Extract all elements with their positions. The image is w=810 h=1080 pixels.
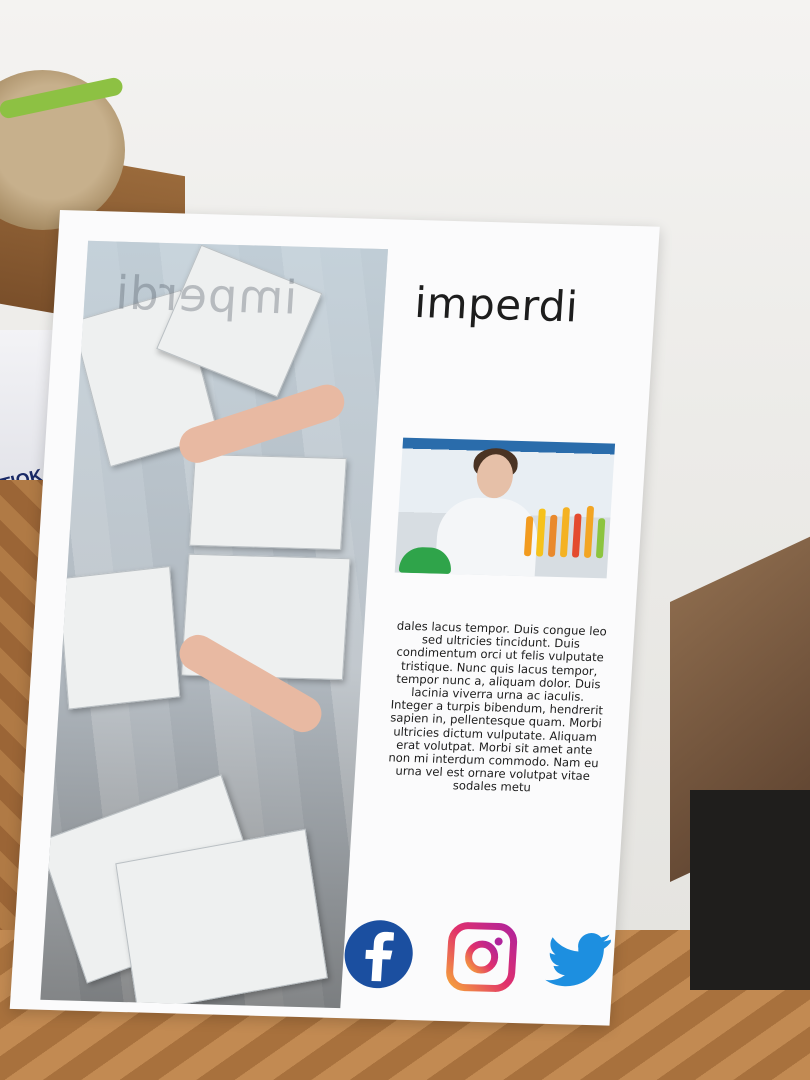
test-tube bbox=[595, 518, 606, 559]
test-tube bbox=[559, 507, 571, 558]
social-icons bbox=[341, 918, 616, 1005]
test-tube bbox=[571, 513, 582, 558]
test-tube bbox=[535, 508, 546, 557]
flyer-body-text: dales lacus tempor. Duis congue leo sed … bbox=[388, 618, 608, 795]
mirrored-title-watermark: imperdi bbox=[113, 265, 299, 325]
open-book bbox=[58, 566, 181, 710]
test-tube bbox=[583, 505, 595, 558]
lab-photo bbox=[394, 437, 616, 579]
open-book bbox=[189, 453, 347, 550]
flyer-title: imperdi bbox=[413, 277, 580, 332]
books-photo: imperdi bbox=[40, 240, 388, 1009]
flyer: imperdi imperdi dales lacus tempor. Duis… bbox=[9, 210, 660, 1026]
facebook-icon bbox=[344, 920, 413, 989]
instagram-icon bbox=[446, 922, 518, 992]
dark-corner bbox=[690, 790, 810, 990]
test-tube bbox=[547, 514, 558, 557]
scientist-head bbox=[475, 453, 515, 499]
twitter-icon bbox=[545, 932, 611, 987]
